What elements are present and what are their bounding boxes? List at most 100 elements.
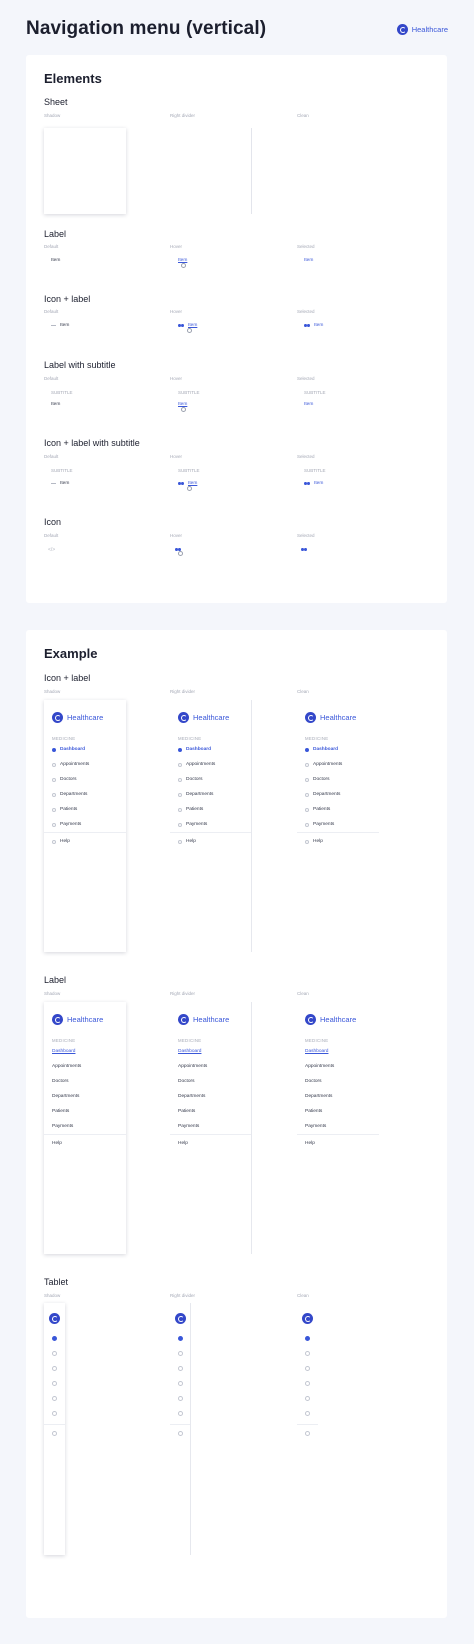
label-item-hover[interactable]: Item [178, 258, 187, 268]
nav-item-doctors[interactable]: Doctors [178, 1079, 195, 1084]
nav-item-payments[interactable]: Payments [52, 822, 81, 827]
item-text: Item [60, 481, 70, 486]
nav-item-doctors[interactable]: Doctors [52, 1079, 69, 1084]
tablet-item-appointments-icon[interactable] [305, 1351, 310, 1356]
nav-item-patients[interactable]: Patients [305, 807, 330, 812]
nav-item-patients[interactable]: Patients [52, 807, 77, 812]
example-title: Example [44, 646, 98, 661]
healthcare-logo-icon[interactable] [302, 1313, 313, 1324]
icon-label-subtitle-item-selected[interactable]: Item [304, 481, 323, 486]
nav-item-payments[interactable]: Payments [178, 1124, 199, 1129]
nav-brand[interactable]: Healthcare [52, 1014, 103, 1025]
healthcare-logo-icon[interactable] [175, 1313, 186, 1324]
icon-label-item-selected[interactable]: Item [304, 323, 323, 328]
nav-brand[interactable]: Healthcare [305, 1014, 356, 1025]
header-brand[interactable]: Healthcare [396, 24, 448, 35]
nav-item-departments[interactable]: Departments [52, 792, 87, 797]
nav-item-appointments[interactable]: Appointments [305, 762, 342, 767]
nav-item-help[interactable]: Help [52, 1141, 62, 1146]
nav-item-payments[interactable]: Payments [305, 822, 334, 827]
nav-item-label: Doctors [52, 1079, 69, 1084]
nav-item-help[interactable]: Help [305, 1141, 315, 1146]
tablet-item-payments-icon[interactable] [52, 1411, 57, 1416]
nav-brand-label: Healthcare [320, 1015, 357, 1024]
tablet-item-departments-icon[interactable] [52, 1381, 57, 1386]
tablet-item-appointments-icon[interactable] [178, 1351, 183, 1356]
label-subtitle-item-selected[interactable]: Item [304, 402, 313, 407]
nav-item-label: Help [313, 839, 323, 844]
tablet-help-icon[interactable] [305, 1431, 310, 1436]
tablet-item-dashboard-icon[interactable] [52, 1336, 57, 1341]
nav-item-dashboard[interactable]: Dashboard [305, 747, 338, 752]
nav-item-departments[interactable]: Departments [305, 792, 340, 797]
icon-item-default[interactable]: </> [48, 547, 55, 553]
nav-brand[interactable]: Healthcare [178, 712, 229, 723]
icon-item-selected[interactable] [301, 548, 307, 552]
nav-item-departments[interactable]: Departments [178, 1094, 205, 1099]
nav-item-doctors[interactable]: Doctors [305, 1079, 322, 1084]
tablet-item-doctors-icon[interactable] [178, 1366, 183, 1371]
nav-divider [44, 1424, 65, 1425]
nav-item-appointments[interactable]: Appointments [178, 1064, 207, 1069]
nav-brand[interactable]: Healthcare [178, 1014, 229, 1025]
nav-item-patients[interactable]: Patients [52, 1109, 69, 1114]
tablet-item-doctors-icon[interactable] [52, 1366, 57, 1371]
nav-item-doctors[interactable]: Doctors [178, 777, 203, 782]
nav-divider [170, 1424, 190, 1425]
tablet-item-departments-icon[interactable] [305, 1381, 310, 1386]
tablet-item-appointments-icon[interactable] [52, 1351, 57, 1356]
tablet-item-payments-icon[interactable] [305, 1411, 310, 1416]
nav-item-dashboard[interactable]: Dashboard [52, 747, 85, 752]
nav-item-dashboard[interactable]: Dashboard [178, 1049, 201, 1054]
col-label: Shadow [44, 1293, 61, 1298]
tablet-help-icon[interactable] [178, 1431, 183, 1436]
nav-item-payments[interactable]: Payments [52, 1124, 73, 1129]
col-label: Right divider [170, 689, 196, 694]
tablet-help-icon[interactable] [52, 1431, 57, 1436]
nav-item-departments[interactable]: Departments [178, 792, 213, 797]
tablet-item-dashboard-icon[interactable] [178, 1336, 183, 1341]
nav-item-help[interactable]: Help [305, 839, 323, 844]
nav-item-departments[interactable]: Departments [52, 1094, 79, 1099]
nav-item-patients[interactable]: Patients [305, 1109, 322, 1114]
icon-label-subtitle-item-hover[interactable]: Item [178, 481, 197, 491]
nav-item-help[interactable]: Help [178, 1141, 188, 1146]
tablet-item-dashboard-icon[interactable] [305, 1336, 310, 1341]
nav-item-appointments[interactable]: Appointments [178, 762, 215, 767]
label-subtitle-item-default[interactable]: Item [51, 402, 60, 407]
tablet-item-patients-icon[interactable] [305, 1396, 310, 1401]
nav-item-label: Doctors [178, 1079, 195, 1084]
tablet-item-doctors-icon[interactable] [305, 1366, 310, 1371]
label-item-default[interactable]: Item [51, 258, 60, 263]
label-subtitle-title: Label with subtitle [44, 360, 116, 370]
nav-item-departments[interactable]: Departments [305, 1094, 332, 1099]
nav-item-doctors[interactable]: Doctors [305, 777, 330, 782]
tablet-item-patients-icon[interactable] [52, 1396, 57, 1401]
nav-item-help[interactable]: Help [178, 839, 196, 844]
nav-item-patients[interactable]: Patients [178, 1109, 195, 1114]
nav-brand[interactable]: Healthcare [52, 712, 103, 723]
nav-item-dashboard[interactable]: Dashboard [305, 1049, 328, 1054]
tablet-item-payments-icon[interactable] [178, 1411, 183, 1416]
label-subtitle-item-hover[interactable]: Item [178, 402, 187, 412]
tablet-item-patients-icon[interactable] [178, 1396, 183, 1401]
icon-label-subtitle-item-default[interactable]: Item [51, 481, 69, 486]
nav-item-payments[interactable]: Payments [305, 1124, 326, 1129]
label-item-selected[interactable]: Item [304, 258, 313, 263]
icon-item-hover[interactable] [175, 548, 183, 556]
nav-item-dashboard[interactable]: Dashboard [178, 747, 211, 752]
icon-label-item-default[interactable]: Item [51, 323, 69, 328]
nav-item-dashboard[interactable]: Dashboard [52, 1049, 75, 1054]
nav-item-help[interactable]: Help [52, 839, 70, 844]
nav-brand[interactable]: Healthcare [305, 712, 356, 723]
nav-item-appointments[interactable]: Appointments [305, 1064, 334, 1069]
item-icon [304, 323, 310, 328]
nav-item-patients[interactable]: Patients [178, 807, 203, 812]
tablet-item-departments-icon[interactable] [178, 1381, 183, 1386]
nav-item-appointments[interactable]: Appointments [52, 1064, 81, 1069]
nav-item-appointments[interactable]: Appointments [52, 762, 89, 767]
healthcare-logo-icon[interactable] [49, 1313, 60, 1324]
nav-item-doctors[interactable]: Doctors [52, 777, 77, 782]
nav-item-payments[interactable]: Payments [178, 822, 207, 827]
icon-label-item-hover[interactable]: Item [178, 323, 197, 333]
